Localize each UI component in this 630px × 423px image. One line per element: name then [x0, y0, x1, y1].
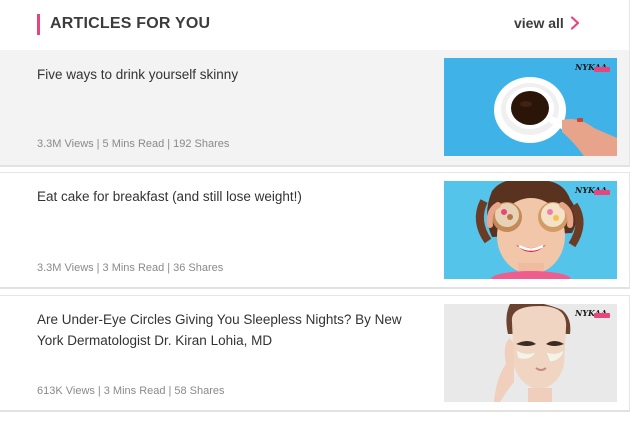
article-views: 613K Views: [37, 385, 95, 397]
article-thumbnail[interactable]: NYKAA: [444, 58, 617, 156]
article-meta: 613K Views | 3 Mins Read | 58 Shares: [37, 385, 225, 397]
article-thumbnail[interactable]: NYKAA: [444, 304, 617, 402]
articles-header: ARTICLES FOR YOU view all: [0, 0, 630, 50]
brand-logo: NYKAA: [574, 185, 610, 195]
view-all-label: view all: [514, 15, 564, 31]
woman-cupcakes-image: NYKAA: [444, 181, 617, 279]
article-card[interactable]: Five ways to drink yourself skinny 3.3M …: [0, 50, 630, 167]
article-views: 3.3M Views: [37, 262, 94, 274]
article-title[interactable]: Five ways to drink yourself skinny: [37, 64, 407, 85]
brand-logo: NYKAA: [574, 308, 610, 318]
chevron-right-icon: [570, 16, 579, 30]
articles-widget: ARTICLES FOR YOU view all Five ways to d…: [0, 0, 630, 423]
brand-logo: NYKAA: [574, 62, 610, 72]
section-accent-bar: [37, 14, 40, 35]
article-card[interactable]: Are Under-Eye Circles Giving You Sleeple…: [0, 295, 630, 412]
article-read-time: 3 Mins Read: [102, 262, 165, 274]
article-shares: 58 Shares: [174, 385, 225, 397]
article-views: 3.3M Views: [37, 138, 94, 150]
article-card[interactable]: Eat cake for breakfast (and still lose w…: [0, 172, 630, 289]
article-meta: 3.3M Views | 5 Mins Read | 192 Shares: [37, 138, 230, 150]
section-title: ARTICLES FOR YOU: [50, 15, 211, 32]
article-title[interactable]: Are Under-Eye Circles Giving You Sleeple…: [37, 309, 407, 351]
article-read-time: 5 Mins Read: [102, 138, 165, 150]
coffee-cup-image: NYKAA: [444, 58, 617, 156]
article-shares: 192 Shares: [173, 138, 230, 150]
view-all-link[interactable]: view all: [514, 15, 580, 31]
article-meta: 3.3M Views | 3 Mins Read | 36 Shares: [37, 262, 224, 274]
article-thumbnail[interactable]: NYKAA: [444, 181, 617, 279]
article-shares: 36 Shares: [173, 262, 224, 274]
article-title[interactable]: Eat cake for breakfast (and still lose w…: [37, 186, 407, 207]
under-eye-patch-image: NYKAA: [444, 304, 617, 402]
article-read-time: 3 Mins Read: [103, 385, 166, 397]
